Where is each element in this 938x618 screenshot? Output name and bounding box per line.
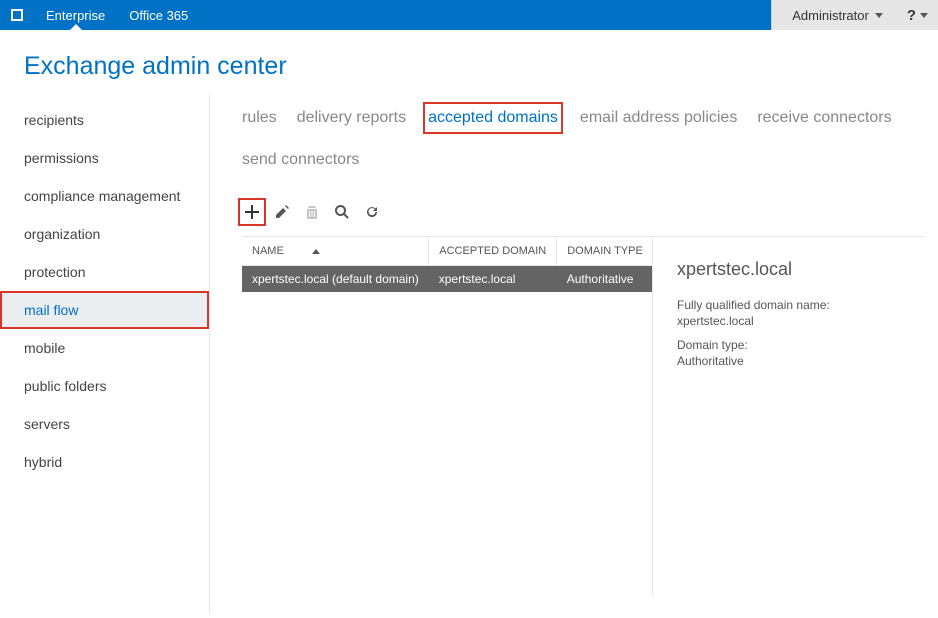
edit-button[interactable] — [272, 202, 292, 222]
sidebar-item-compliance[interactable]: compliance management — [0, 177, 209, 215]
col-domain-type[interactable]: DOMAIN TYPE — [557, 237, 653, 266]
tab-accepted-domains[interactable]: accepted domains — [426, 105, 560, 131]
toolbar — [242, 202, 924, 222]
top-tab-label: Enterprise — [46, 8, 105, 23]
help-icon: ? — [907, 7, 916, 24]
detail-pane: xpertstec.local Fully qualified domain n… — [652, 237, 924, 597]
sidebar-item-organization[interactable]: organization — [0, 215, 209, 253]
table-row[interactable]: xpertstec.local (default domain) xpertst… — [242, 266, 653, 293]
delete-button — [302, 202, 322, 222]
search-icon — [334, 204, 350, 220]
tab-receive-connectors[interactable]: receive connectors — [757, 105, 891, 131]
cell-type: Authoritative — [557, 266, 653, 293]
refresh-icon — [364, 204, 380, 220]
add-button[interactable] — [242, 202, 262, 222]
plus-icon — [244, 204, 260, 220]
trash-icon — [304, 204, 320, 220]
col-accepted-domain[interactable]: ACCEPTED DOMAIN — [429, 237, 557, 266]
content-area: rules delivery reports accepted domains … — [210, 95, 938, 613]
caret-down-icon — [920, 13, 928, 18]
user-menu[interactable]: Administrator — [771, 0, 897, 30]
sidebar-item-recipients[interactable]: recipients — [0, 101, 209, 139]
sidebar-item-hybrid[interactable]: hybrid — [0, 443, 209, 481]
tab-email-address-policies[interactable]: email address policies — [580, 105, 737, 131]
tab-send-connectors[interactable]: send connectors — [242, 147, 359, 173]
detail-title: xpertstec.local — [677, 259, 910, 280]
office-logo-icon — [0, 0, 34, 30]
sort-asc-icon — [312, 249, 320, 254]
sidebar-item-servers[interactable]: servers — [0, 405, 209, 443]
detail-type-value: Authoritative — [677, 354, 910, 368]
search-button[interactable] — [332, 202, 352, 222]
domain-table-pane: NAME ACCEPTED DOMAIN DOMAIN TYPE xpertst… — [242, 237, 652, 597]
top-tab-office365[interactable]: Office 365 — [117, 0, 200, 30]
sidebar-item-protection[interactable]: protection — [0, 253, 209, 291]
cell-domain: xpertstec.local — [429, 266, 557, 293]
sidebar: recipients permissions compliance manage… — [0, 95, 210, 613]
top-tab-label: Office 365 — [129, 8, 188, 23]
subtab-row: rules delivery reports accepted domains … — [242, 105, 924, 172]
cell-name: xpertstec.local (default domain) — [242, 266, 429, 293]
caret-down-icon — [875, 13, 883, 18]
col-name[interactable]: NAME — [242, 237, 429, 266]
sidebar-item-mobile[interactable]: mobile — [0, 329, 209, 367]
top-bar: Enterprise Office 365 Administrator ? — [0, 0, 938, 30]
domains-table: NAME ACCEPTED DOMAIN DOMAIN TYPE xpertst… — [242, 237, 653, 292]
help-menu[interactable]: ? — [897, 0, 938, 30]
sidebar-item-mail-flow[interactable]: mail flow — [0, 291, 209, 329]
tab-delivery-reports[interactable]: delivery reports — [297, 105, 406, 131]
refresh-button[interactable] — [362, 202, 382, 222]
user-label: Administrator — [792, 8, 869, 23]
pencil-icon — [274, 204, 290, 220]
page-title: Exchange admin center — [0, 30, 938, 95]
detail-fqdn-label: Fully qualified domain name: — [677, 298, 910, 312]
top-tab-enterprise[interactable]: Enterprise — [34, 0, 117, 30]
detail-type-label: Domain type: — [677, 338, 910, 352]
sidebar-item-permissions[interactable]: permissions — [0, 139, 209, 177]
tab-rules[interactable]: rules — [242, 105, 277, 131]
detail-fqdn-value: xpertstec.local — [677, 314, 910, 328]
sidebar-item-public-folders[interactable]: public folders — [0, 367, 209, 405]
col-label: NAME — [252, 245, 284, 257]
